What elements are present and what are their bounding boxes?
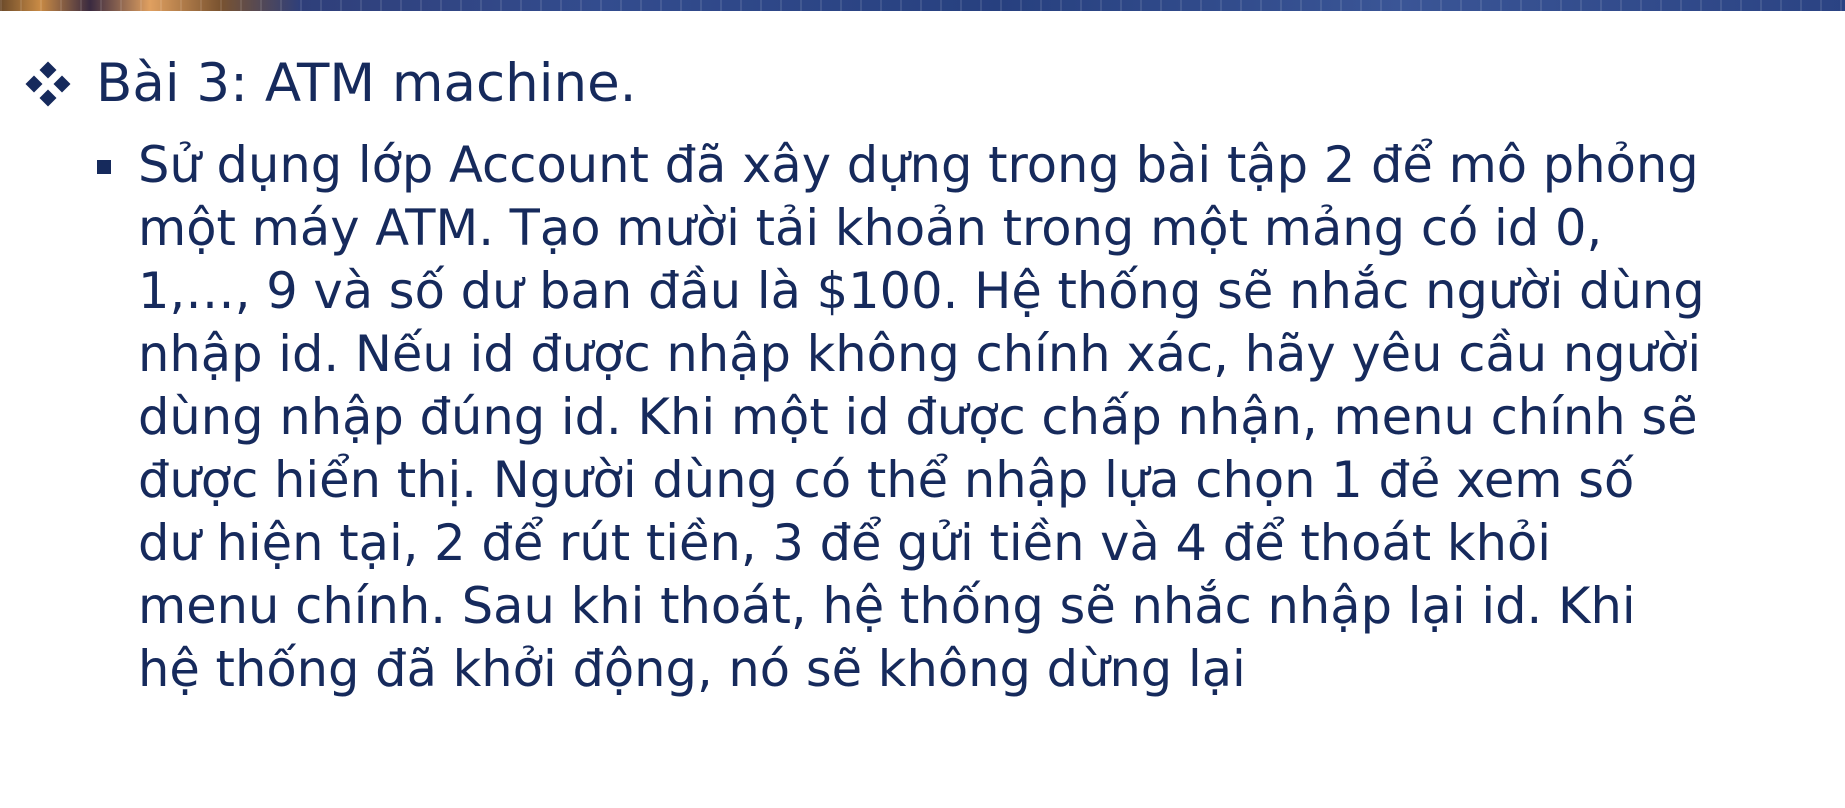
text-line: menu chính. Sau khi thoát, hệ thống sẽ n…	[138, 577, 1636, 635]
slide: Bài 3: ATM machine. Sử dụng lớp Account …	[0, 0, 1845, 808]
text-line: dư hiện tại, 2 để rút tiền, 3 để gửi tiề…	[138, 514, 1551, 572]
text-line: một máy ATM. Tạo mười tải khoản trong mộ…	[138, 199, 1603, 257]
text-line: dùng nhập đúng id. Khi một id được chấp …	[138, 388, 1698, 446]
bullet-item: Sử dụng lớp Account đã xây dựng trong bà…	[97, 134, 1837, 701]
slide-heading: Bài 3: ATM machine.	[96, 53, 637, 114]
text-line: nhập id. Nếu id được nhập không chính xá…	[138, 325, 1702, 383]
bullet-text: Sử dụng lớp Account đã xây dựng trong bà…	[138, 134, 1837, 701]
top-banner-image	[0, 0, 1845, 11]
text-line: hệ thống đã khởi động, nó sẽ không dừng …	[138, 640, 1246, 698]
four-diamond-bullet-icon	[25, 61, 71, 107]
heading-row: Bài 3: ATM machine.	[25, 52, 637, 116]
text-line: 1,…, 9 và số dư ban đầu là $100. Hệ thốn…	[138, 262, 1705, 320]
text-line: được hiển thị. Người dùng có thể nhập lự…	[138, 451, 1635, 509]
square-bullet-icon	[97, 160, 111, 174]
text-line: Sử dụng lớp Account đã xây dựng trong bà…	[138, 136, 1699, 194]
